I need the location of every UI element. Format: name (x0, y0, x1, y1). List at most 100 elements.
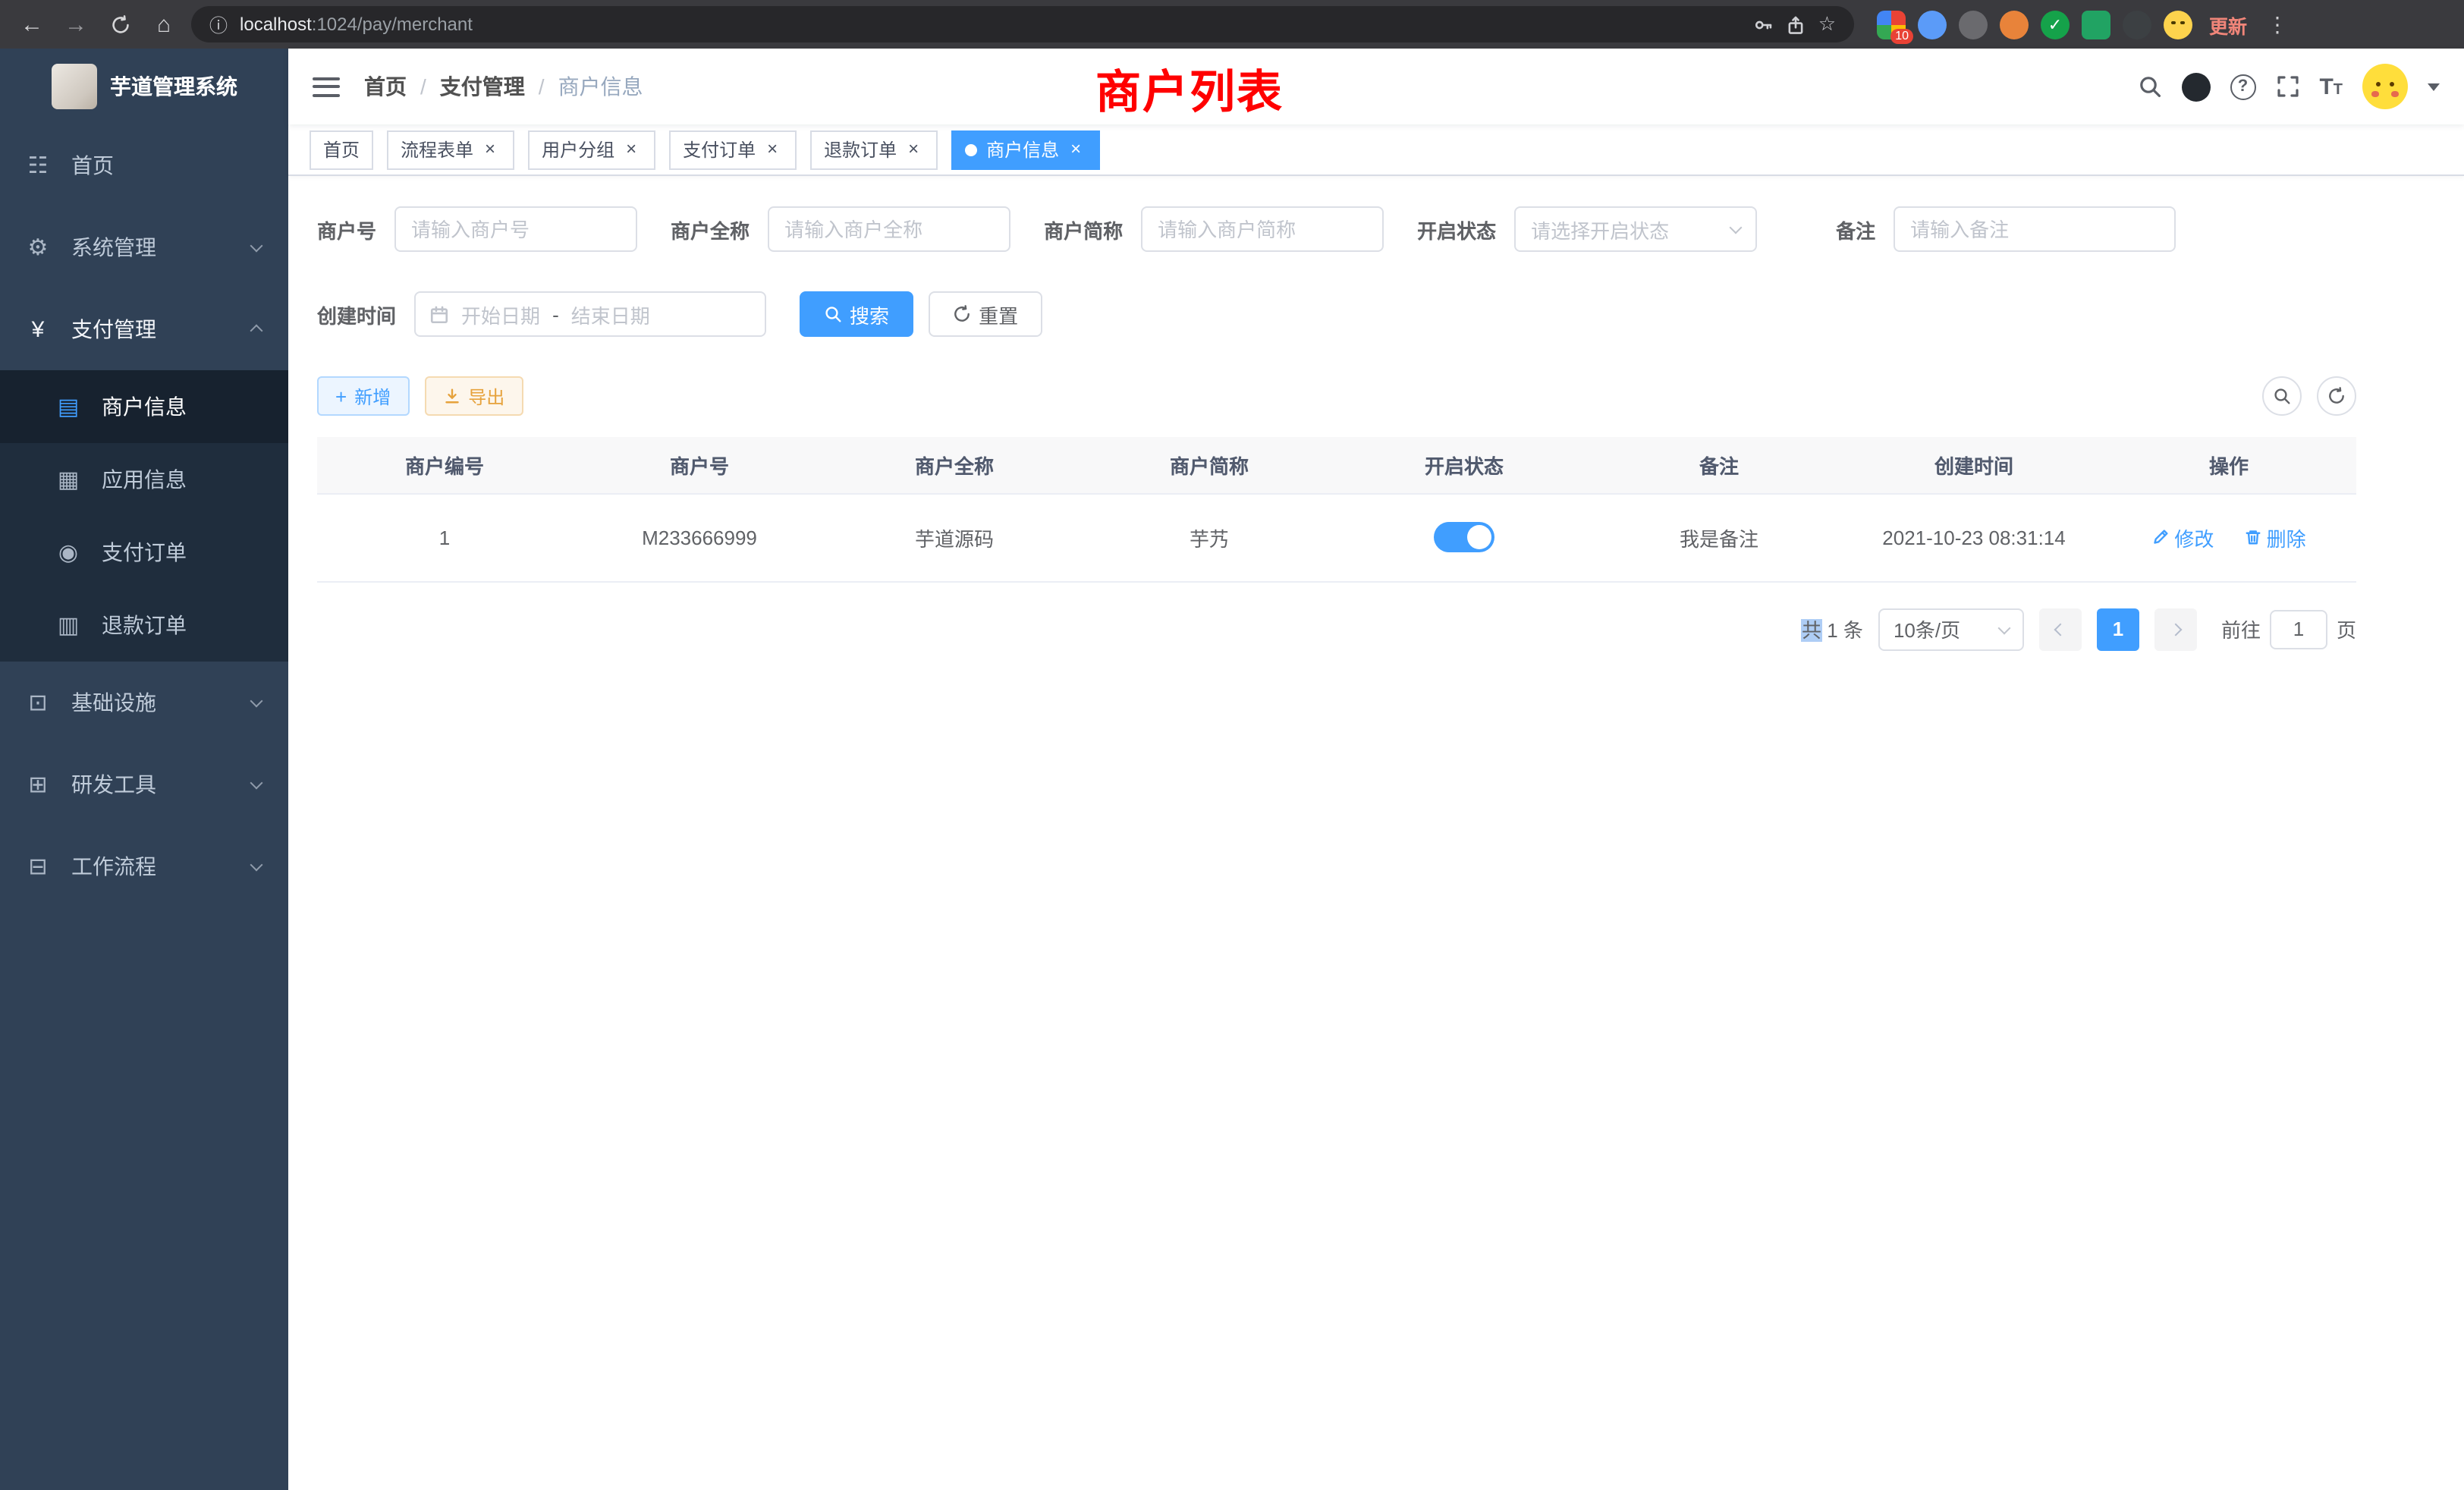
app-logo[interactable]: 芋道管理系统 (0, 49, 288, 124)
sidebar-item-app-info[interactable]: ▦ 应用信息 (0, 443, 288, 516)
font-size-icon[interactable]: TT (2319, 75, 2343, 98)
sidebar-item-workflow[interactable]: ⊟ 工作流程 (0, 825, 288, 907)
sidebar-item-system[interactable]: ⚙ 系统管理 (0, 206, 288, 288)
sidebar-item-merchant-info[interactable]: ▤ 商户信息 (0, 370, 288, 443)
extension-avatar-icon[interactable] (2000, 10, 2029, 39)
search-button[interactable]: 搜索 (800, 291, 913, 337)
browser-toolbar: ← → ⌂ ⓘ localhost:1024/pay/merchant ☆ 10… (0, 0, 2464, 49)
tab-refund-order[interactable]: 退款订单× (810, 130, 938, 169)
extension-grid-icon[interactable]: 10 (1877, 10, 1906, 39)
breadcrumb-separator: / (420, 74, 426, 99)
user-avatar[interactable] (2362, 64, 2408, 109)
target-icon: ◉ (55, 539, 82, 566)
share-icon[interactable] (1787, 14, 1806, 34)
home-icon[interactable]: ⌂ (147, 8, 181, 41)
extension-note-icon[interactable] (2082, 10, 2110, 39)
cell-remark: 我是备注 (1592, 493, 1846, 581)
back-icon[interactable]: ← (15, 8, 49, 41)
close-icon[interactable]: × (903, 139, 924, 160)
filter-short-name: 商户简称 (1044, 206, 1384, 252)
profile-avatar-icon[interactable] (2164, 10, 2192, 39)
page-unit-label: 页 (2337, 615, 2356, 643)
extension-check-icon[interactable]: ✓ (2041, 10, 2070, 39)
pagination-total: 共 1 条 (1802, 615, 1863, 643)
site-info-icon[interactable]: ⓘ (209, 11, 228, 37)
sidebar-toggle-icon[interactable] (313, 77, 340, 96)
forward-icon[interactable]: → (59, 8, 93, 41)
tab-user-group[interactable]: 用户分组× (528, 130, 655, 169)
delete-button[interactable]: 删除 (2244, 523, 2306, 552)
sidebar-item-dev-tools[interactable]: ⊞ 研发工具 (0, 743, 288, 825)
password-key-icon[interactable] (1755, 14, 1774, 34)
filter-full-name: 商户全称 (671, 206, 1010, 252)
sidebar-item-pay[interactable]: ¥ 支付管理 (0, 288, 288, 370)
avatar-caret-icon[interactable] (2428, 83, 2440, 90)
breadcrumb-home[interactable]: 首页 (364, 71, 407, 102)
help-icon[interactable]: ? (2230, 74, 2255, 99)
field-label: 开启状态 (1417, 215, 1514, 244)
tab-merchant-info[interactable]: 商户信息× (951, 130, 1100, 169)
sidebar-item-infra[interactable]: ⊡ 基础设施 (0, 662, 288, 743)
breadcrumb-pay[interactable]: 支付管理 (440, 71, 525, 102)
merchant-no-input[interactable] (394, 206, 637, 252)
tab-home[interactable]: 首页 (310, 130, 373, 169)
reset-button[interactable]: 重置 (929, 291, 1042, 337)
field-label: 商户全称 (671, 215, 768, 244)
sidebar-item-pay-order[interactable]: ◉ 支付订单 (0, 516, 288, 589)
close-icon[interactable]: × (1065, 139, 1086, 160)
date-end-placeholder: 结束日期 (571, 300, 650, 328)
cell-merchant-no: M233666999 (572, 493, 827, 581)
bookmark-star-icon[interactable]: ☆ (1818, 12, 1836, 36)
close-icon[interactable]: × (762, 139, 783, 160)
date-range-picker[interactable]: 开始日期 - 结束日期 (414, 291, 766, 337)
export-button[interactable]: 导出 (424, 376, 523, 416)
sidebar-item-refund-order[interactable]: ▥ 退款订单 (0, 589, 288, 662)
sidebar-item-home[interactable]: ☷ 首页 (0, 124, 288, 206)
sidebar-item-label: 首页 (71, 150, 264, 181)
add-button[interactable]: + 新增 (317, 376, 409, 416)
table-row: 1 M233666999 芋道源码 芋艿 我是备注 2021-10-23 08:… (317, 493, 2356, 581)
refresh-button[interactable] (2317, 376, 2356, 416)
status-select[interactable]: 请选择开启状态 (1514, 206, 1757, 252)
tab-process-form[interactable]: 流程表单× (387, 130, 514, 169)
page-size-select[interactable]: 10条/页 (1878, 608, 2024, 650)
page-1-button[interactable]: 1 (2097, 608, 2139, 650)
export-button-label: 导出 (468, 383, 504, 409)
fullscreen-icon[interactable] (2275, 74, 2299, 99)
toggle-search-button[interactable] (2262, 376, 2302, 416)
browser-update-button[interactable]: 更新 (2209, 10, 2247, 39)
goto-page-input[interactable] (2270, 609, 2327, 649)
col-create-time: 创建时间 (1846, 437, 2101, 493)
col-full-name: 商户全称 (827, 437, 1082, 493)
full-name-input[interactable] (768, 206, 1010, 252)
calendar-icon (429, 304, 449, 324)
field-label: 商户号 (317, 215, 394, 244)
chevron-down-icon (250, 695, 263, 708)
tab-pay-order[interactable]: 支付订单× (669, 130, 797, 169)
prev-page-button[interactable] (2039, 608, 2082, 650)
col-short-name: 商户简称 (1082, 437, 1337, 493)
next-page-button[interactable] (2154, 608, 2197, 650)
extension-dark-icon[interactable] (1959, 10, 1988, 39)
total-rest: 1 条 (1821, 619, 1863, 642)
github-icon[interactable] (2181, 72, 2210, 101)
monitor-icon: ⊡ (24, 689, 52, 716)
pagination: 共 1 条 10条/页 1 前往 页 (317, 608, 2356, 650)
pagination-goto: 前往 页 (2221, 609, 2356, 649)
page-size-value: 10条/页 (1894, 615, 1960, 643)
edit-button[interactable]: 修改 (2151, 523, 2214, 552)
url-path: :1024/pay/merchant (312, 14, 473, 35)
extensions-pin-icon[interactable] (2123, 10, 2151, 39)
search-icon[interactable] (2137, 74, 2161, 99)
extension-blue-icon[interactable] (1918, 10, 1947, 39)
chevron-down-icon (1730, 222, 1743, 234)
remark-input[interactable] (1894, 206, 2176, 252)
browser-menu-icon[interactable]: ⋮ (2264, 11, 2291, 37)
status-toggle[interactable] (1434, 522, 1494, 552)
reload-icon[interactable] (103, 8, 137, 41)
close-icon[interactable]: × (621, 139, 642, 160)
close-icon[interactable]: × (479, 139, 501, 160)
short-name-input[interactable] (1141, 206, 1384, 252)
address-bar[interactable]: ⓘ localhost:1024/pay/merchant ☆ (191, 6, 1854, 42)
tags-view: 首页 流程表单× 用户分组× 支付订单× 退款订单× 商户信息× (288, 124, 2464, 176)
